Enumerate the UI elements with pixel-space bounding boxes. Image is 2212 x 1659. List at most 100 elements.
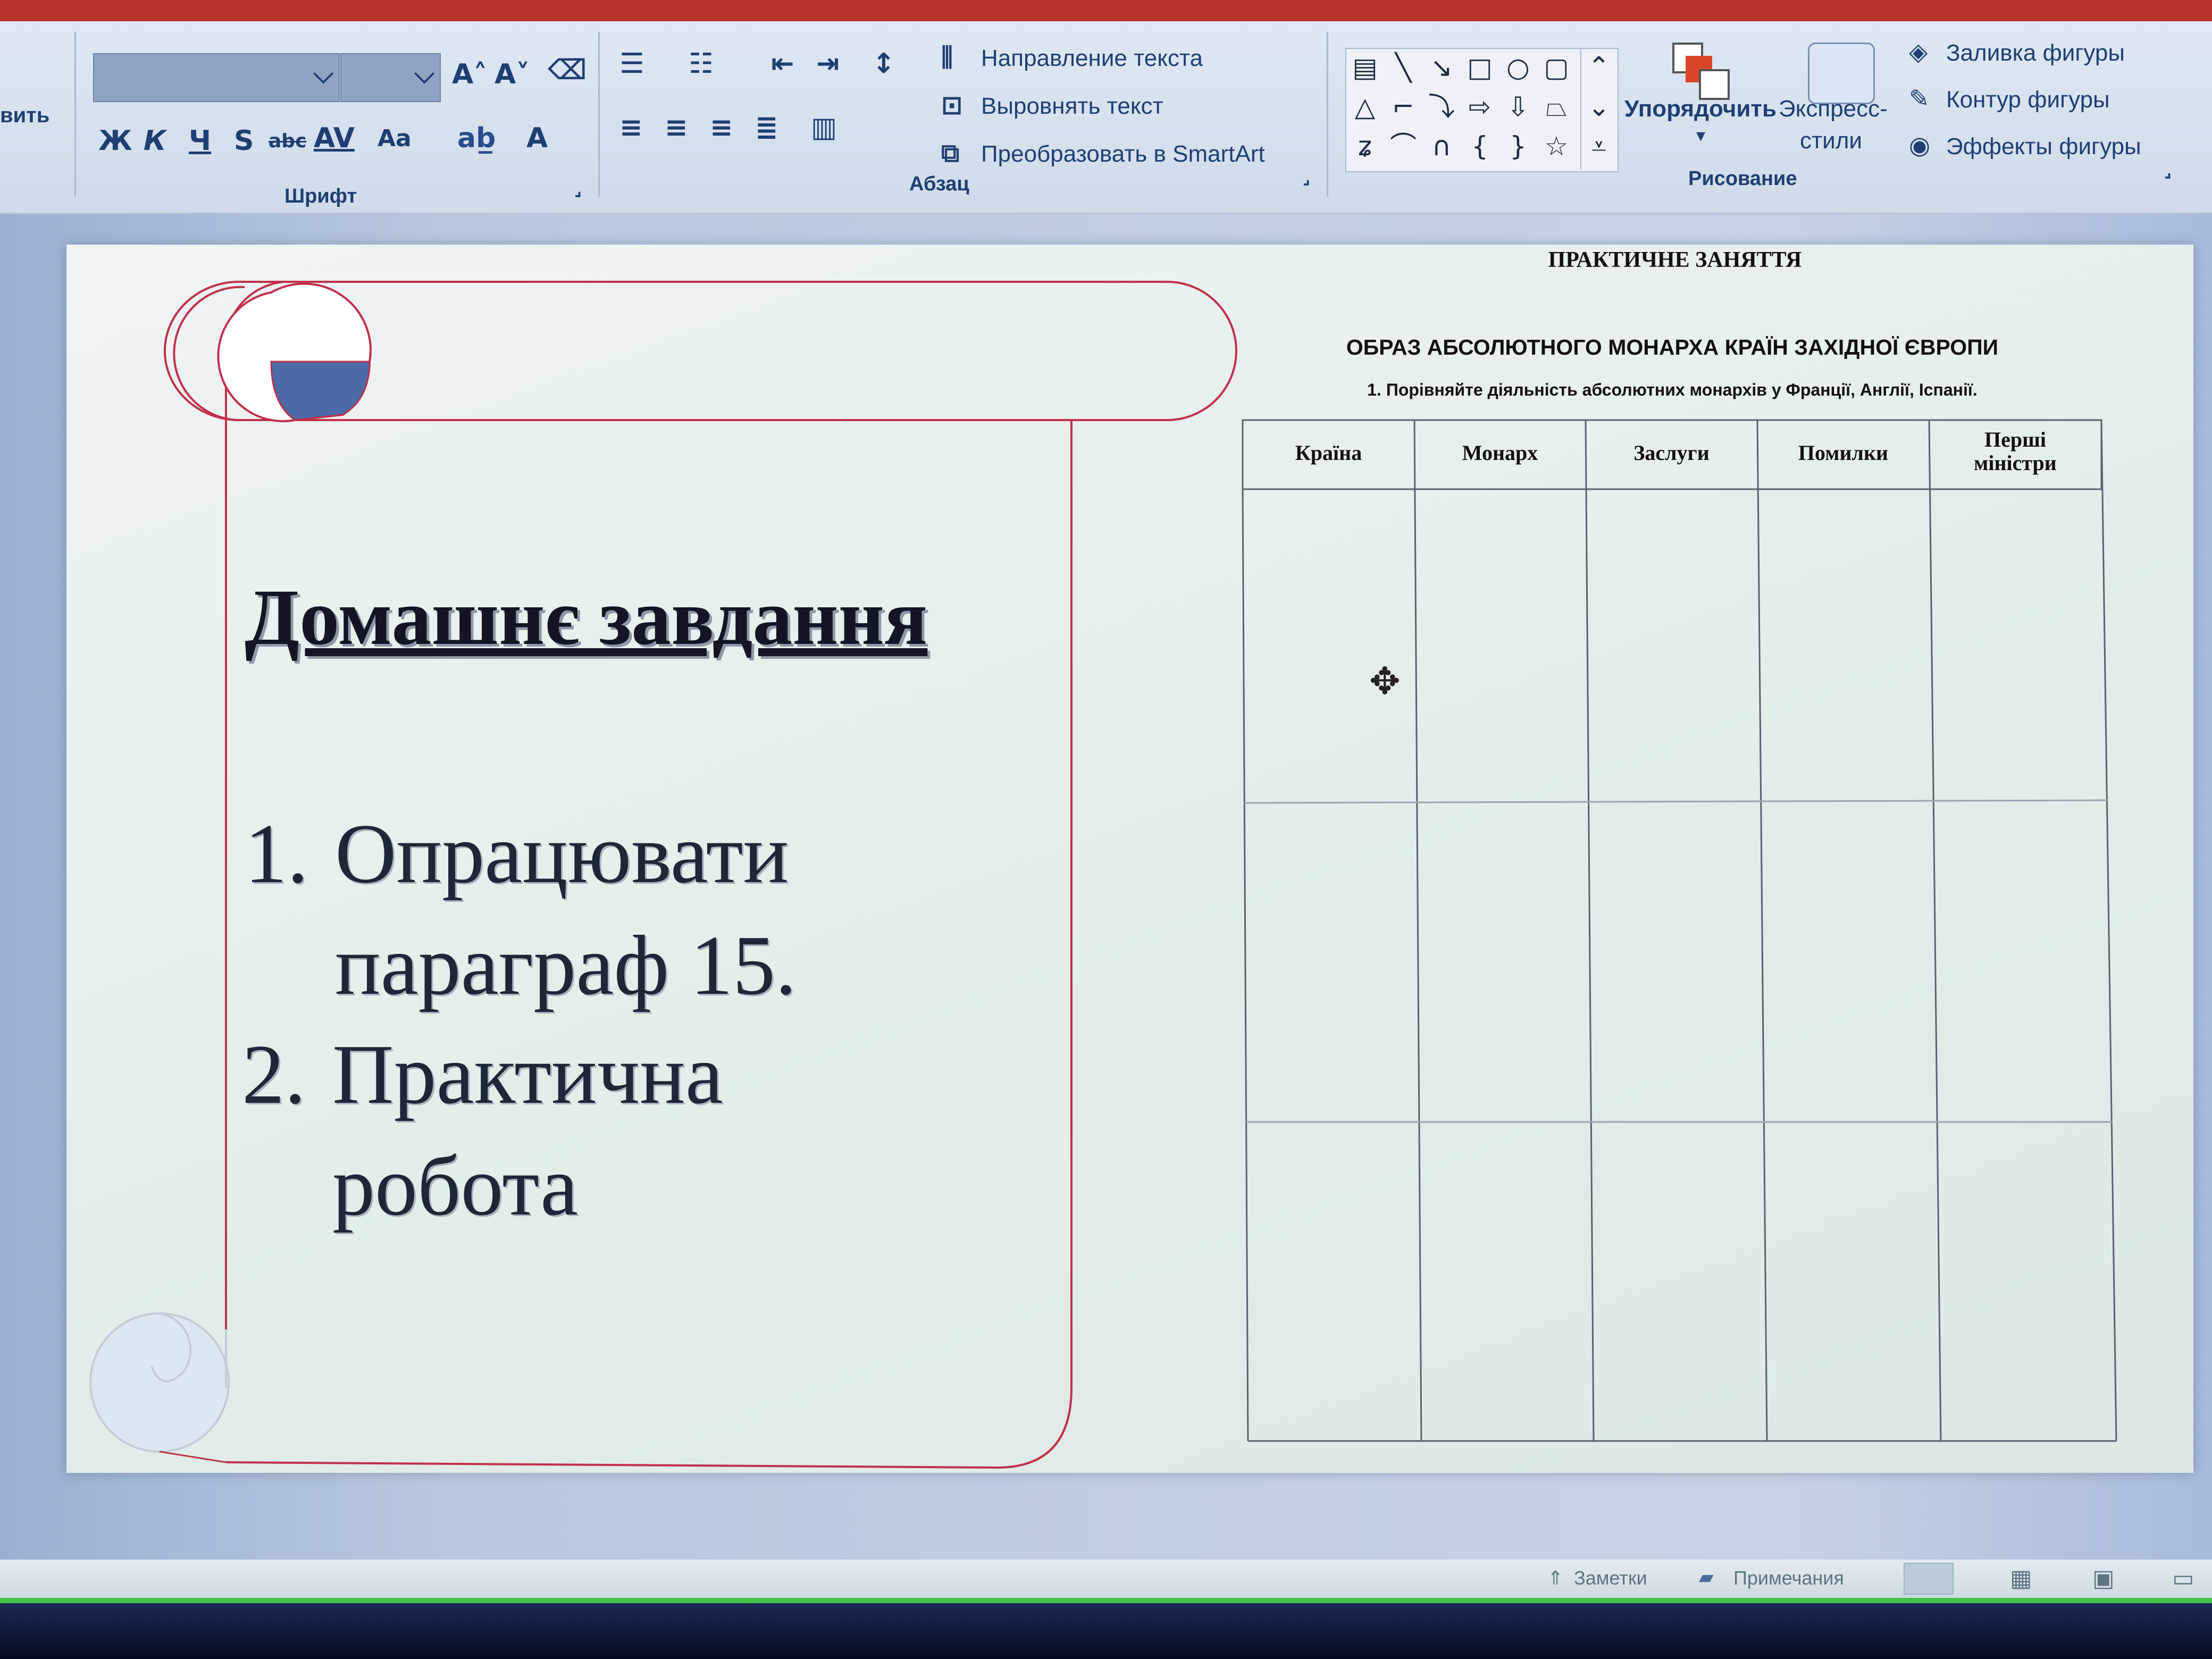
table-header-country: Країна [1295, 441, 1362, 465]
normal-view-button[interactable] [1904, 1563, 1954, 1595]
comments-button[interactable]: Примечания [1733, 1567, 1844, 1589]
elbow-connector-shape-icon[interactable]: ⌐ [1386, 89, 1421, 124]
right-brace-shape-icon[interactable]: } [1501, 129, 1536, 164]
table-header-monarch: Монарх [1462, 441, 1538, 465]
notes-button[interactable]: Заметки [1574, 1567, 1647, 1589]
decrease-indent-icon[interactable]: ⇤ [771, 48, 794, 80]
strikethrough-button[interactable]: abc [269, 130, 306, 152]
character-spacing-button[interactable]: AV [314, 122, 355, 154]
chevron-down-icon[interactable]: ⌄ [1581, 89, 1616, 124]
flowchart-shape-icon[interactable]: ⏢ [1539, 89, 1574, 124]
right-arrow-shape-icon[interactable]: ⇨ [1462, 89, 1497, 124]
paragraph-group-label: Абзац [909, 173, 969, 195]
columns-icon[interactable]: ▥ [811, 112, 837, 144]
left-brace-shape-icon[interactable]: { [1462, 129, 1497, 164]
document-title: ПРАКТИЧНЕ ЗАНЯТТЯ [1548, 248, 1802, 272]
arrange-button[interactable]: Упорядочить [1624, 96, 1777, 122]
table-header-ministers: Перші міністри [1974, 428, 2057, 475]
shape-effects-icon: ◉ [1909, 131, 1931, 160]
gallery-more-icon[interactable]: ⩡ [1581, 129, 1616, 164]
align-left-icon[interactable]: ≡ [619, 112, 643, 144]
arc-shape-icon[interactable]: ⌒ [1386, 129, 1421, 164]
table-col-divider [1756, 420, 1768, 1442]
scroll-top-curl-fill [270, 361, 371, 421]
align-right-icon[interactable]: ≡ [710, 112, 733, 144]
rounded-rectangle-shape-icon[interactable]: ▢ [1539, 50, 1574, 85]
shape-outline-button[interactable]: Контур фигуры [1946, 87, 2110, 113]
dialog-launcher-icon[interactable]: ⌟ [2164, 162, 2172, 181]
table-border-left [1242, 489, 1249, 1442]
triangle-shape-icon[interactable]: △ [1347, 89, 1382, 124]
homework-item-2-line1: Практична [332, 1027, 723, 1121]
chevron-down-icon: ⌵ [313, 58, 333, 89]
table-col-divider [1413, 420, 1422, 1442]
gallery-scroll[interactable]: ⌃ ⌄ ⩡ [1580, 49, 1616, 169]
homework-title[interactable]: Домашнє завдання [245, 572, 927, 663]
font-color-button[interactable]: A [526, 122, 548, 154]
grow-font-button[interactable]: A˄ [452, 58, 487, 90]
bold-button[interactable]: Ж [98, 125, 132, 157]
text-direction-icon: ⫼ [941, 43, 953, 72]
text-direction-button[interactable]: Направление текста [981, 45, 1203, 72]
homework-item-1-number: 1. [245, 806, 308, 901]
rectangle-shape-icon[interactable]: □ [1462, 50, 1497, 85]
textbox-shape-icon[interactable]: ▤ [1347, 50, 1382, 85]
clear-formatting-icon[interactable]: ⌫ [548, 54, 587, 86]
elbow-arrow-shape-icon[interactable]: ⤵ [1424, 89, 1459, 124]
notes-icon: ⇑ [1547, 1567, 1564, 1589]
shape-effects-button[interactable]: Эффекты фигуры [1946, 133, 2141, 160]
increase-indent-icon[interactable]: ⇥ [816, 48, 840, 80]
freeform-shape-icon[interactable]: ʑ [1347, 129, 1382, 164]
align-text-button[interactable]: Выровнять текст [981, 93, 1163, 120]
table-border-right [2100, 420, 2117, 1442]
highlight-icon[interactable]: ab̲ [457, 122, 496, 154]
shape-fill-button[interactable]: Заливка фигуры [1946, 40, 2125, 66]
homework-item-1-line2: параграф 15. [335, 918, 797, 1012]
shapes-gallery[interactable]: ▤ ╲ ↘ □ ○ ▢ △ ⌐ ⤵ ⇨ ⇩ ⏢ ʑ ⌒ ∩ { } ☆ ⌃ ⌄ … [1345, 48, 1619, 172]
curve-shape-icon[interactable]: ∩ [1424, 129, 1459, 164]
dialog-launcher-icon[interactable]: ⌟ [1303, 169, 1310, 188]
paste-button-label[interactable]: вить [0, 104, 49, 128]
line-shape-icon[interactable]: ╲ [1386, 50, 1421, 85]
comments-icon: ▰ [1699, 1566, 1714, 1588]
arrow-line-shape-icon[interactable]: ↘ [1424, 50, 1459, 85]
italic-button[interactable]: К [144, 125, 166, 157]
star-shape-icon[interactable]: ☆ [1539, 129, 1574, 164]
justify-icon[interactable]: ≣ [755, 112, 778, 144]
font-size-select[interactable]: ⌵ [340, 53, 441, 102]
shadow-button[interactable]: S [234, 125, 254, 157]
chevron-down-icon: ⌵ [414, 58, 434, 89]
document-subtitle: ОБРАЗ АБСОЛЮТНОГО МОНАРХА КРАЇН ЗАХІДНОЇ… [1346, 335, 1999, 359]
change-case-button[interactable]: Aa [378, 125, 412, 152]
ribbon-tabs-strip [0, 0, 2212, 21]
align-center-icon[interactable]: ≡ [665, 112, 688, 144]
homework-item-2-number: 2. [242, 1027, 306, 1121]
underline-button[interactable]: Ч [189, 125, 211, 157]
document-task: 1. Порівняйте діяльність абсолютних мона… [1367, 380, 1978, 399]
convert-smartart-button[interactable]: Преобразовать в SmartArt [981, 141, 1265, 167]
numbering-icon[interactable]: ☷ [689, 48, 714, 80]
table-header-mistakes: Помилки [1798, 441, 1889, 465]
table-header-merits: Заслуги [1633, 441, 1710, 465]
smartart-icon: ⧉ [941, 138, 960, 168]
oval-shape-icon[interactable]: ○ [1501, 50, 1536, 85]
slide-sorter-icon[interactable]: ▦ [2010, 1565, 2032, 1592]
pen-icon: ✎ [1909, 84, 1930, 113]
reading-view-icon[interactable]: ▣ [2092, 1565, 2115, 1592]
slideshow-icon[interactable]: ▭ [2172, 1565, 2194, 1592]
quick-styles-icon[interactable] [1808, 43, 1875, 104]
line-spacing-icon[interactable]: ↕ [872, 48, 895, 80]
chevron-up-icon[interactable]: ⌃ [1581, 49, 1616, 84]
down-arrow-shape-icon[interactable]: ⇩ [1501, 89, 1536, 124]
dialog-launcher-icon[interactable]: ⌟ [574, 181, 582, 199]
slide[interactable]: Домашнє завдання 1. Опрацювати параграф … [66, 245, 2193, 1473]
chevron-down-icon: ▾ [1696, 125, 1706, 146]
bullets-icon[interactable]: ☰ [619, 48, 644, 80]
group-separator [1327, 32, 1328, 197]
quick-styles-label-2[interactable]: стили [1800, 128, 1862, 154]
font-name-select[interactable]: ⌵ [93, 53, 340, 102]
arrange-icon[interactable] [1664, 37, 1730, 101]
align-text-icon: ⊡ [941, 90, 963, 120]
shrink-font-button[interactable]: A˅ [495, 58, 530, 90]
quick-styles-label-1[interactable]: Экспресс- [1779, 96, 1888, 122]
